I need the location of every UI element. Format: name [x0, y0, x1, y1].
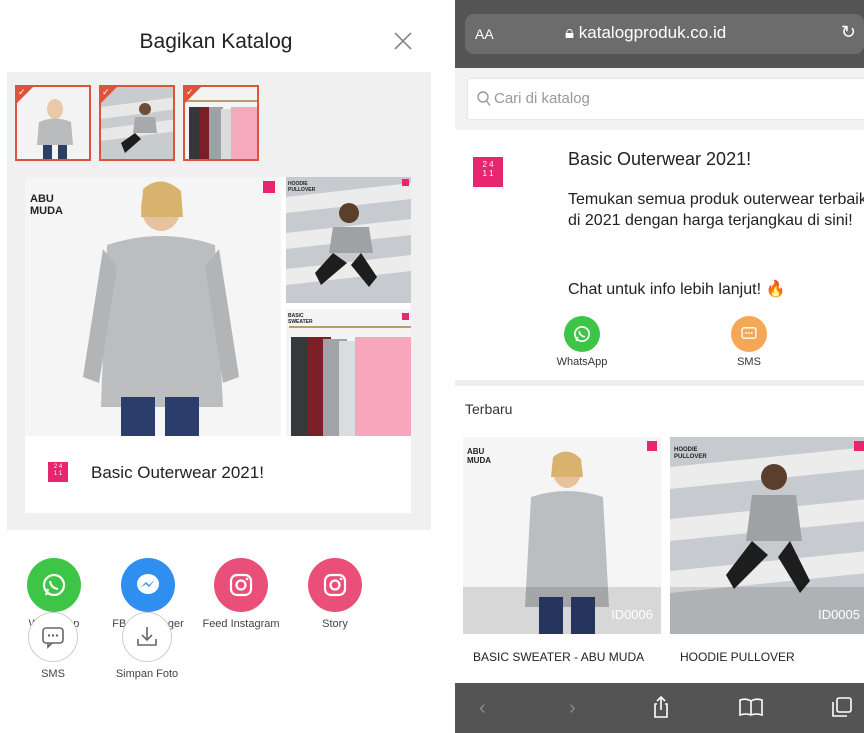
thumbnail-3[interactable]: ✓ — [183, 85, 259, 161]
share-label: Simpan Foto — [115, 668, 179, 680]
share-label: Story — [322, 618, 348, 630]
close-icon[interactable] — [390, 28, 416, 54]
product-id: ID0005 — [818, 607, 860, 622]
save-photo-button[interactable]: Simpan Foto — [102, 612, 192, 680]
catalog-collage-image — [25, 177, 411, 436]
url-text: 🔒︎ katalogproduk.co.id — [565, 23, 726, 43]
reader-aa-button[interactable]: AA — [475, 26, 494, 42]
share-header: Bagikan Katalog — [0, 0, 432, 72]
instagram-icon — [308, 558, 362, 612]
section-divider — [455, 380, 864, 386]
logo-text: 2 4 1 1 — [482, 160, 494, 178]
product-tag: HOODIE PULLOVER — [674, 447, 707, 460]
download-icon — [122, 612, 172, 662]
product-image: ABU MUDA ID0006 — [463, 437, 661, 634]
contact-whatsapp-button[interactable]: WhatsApp — [547, 316, 617, 368]
product-id: ID0006 — [611, 607, 653, 622]
thumbnail-1[interactable]: ✓ — [15, 85, 91, 161]
share-label: SMS — [41, 668, 65, 680]
product-card[interactable]: ABU MUDA ID0006 BASIC SWEATER - ABU MUDA — [463, 437, 661, 683]
catalog-browser-view: AA 🔒︎ katalogproduk.co.id ↻ Cari di kata… — [455, 0, 864, 733]
contact-label: WhatsApp — [556, 356, 608, 368]
sweater-label: BASIC SWEATER — [288, 313, 313, 325]
instagram-icon — [214, 558, 268, 612]
thumbnail-2[interactable]: ✓ — [99, 85, 175, 161]
search-icon — [477, 91, 491, 106]
section-title: Terbaru — [465, 401, 513, 417]
share-catalog-panel: Bagikan Katalog ✓ ✓ ✓ ABU MUDA HOODIE PU… — [0, 0, 432, 733]
address-bar[interactable]: AA 🔒︎ katalogproduk.co.id ↻ — [465, 14, 864, 54]
sms-icon — [731, 316, 767, 352]
brand-logo: 2 4 1 1 — [473, 157, 503, 187]
whatsapp-icon — [27, 558, 81, 612]
share-label: Feed Instagram — [202, 618, 280, 630]
share-story-button[interactable]: Story — [290, 558, 380, 630]
reload-icon[interactable]: ↻ — [841, 22, 856, 43]
card-title: Basic Outerwear 2021! — [91, 463, 264, 482]
catalog-search-input[interactable]: Cari di katalog — [467, 78, 864, 120]
chat-prompt: Chat untuk info lebih lanjut! 🔥 — [568, 281, 786, 298]
brand-logo: 2 4 1 1 — [48, 462, 68, 482]
share-title: Bagikan Katalog — [139, 30, 293, 53]
forward-icon[interactable]: › — [569, 697, 576, 720]
sms-icon — [28, 612, 78, 662]
share-icon[interactable] — [651, 695, 671, 719]
product-name: BASIC SWEATER - ABU MUDA — [473, 650, 645, 664]
contact-sms-button[interactable]: SMS — [714, 316, 784, 368]
hoodie-label: HOODIE PULLOVER — [288, 181, 316, 193]
browser-toolbar: AA 🔒︎ katalogproduk.co.id ↻ — [455, 0, 864, 68]
whatsapp-icon — [564, 316, 600, 352]
product-card[interactable]: HOODIE PULLOVER ID0005 HOODIE PULLOVER — [670, 437, 864, 683]
contact-label: SMS — [737, 356, 761, 368]
messenger-icon — [121, 558, 175, 612]
bookmarks-icon[interactable] — [738, 697, 764, 717]
back-icon[interactable]: ‹ — [479, 697, 486, 720]
share-feed-instagram-button[interactable]: Feed Instagram — [196, 558, 286, 630]
product-name: HOODIE PULLOVER — [680, 650, 795, 664]
search-placeholder: Cari di katalog — [494, 90, 590, 107]
product-tag: ABU MUDA — [467, 447, 491, 465]
url-domain: katalogproduk.co.id — [578, 23, 727, 42]
catalog-preview-card: ABU MUDA HOODIE PULLOVER BASIC SWEATER 2… — [25, 177, 411, 513]
search-area: Cari di katalog — [455, 68, 864, 130]
lock-icon: 🔒︎ — [565, 23, 575, 42]
catalog-title: Basic Outerwear 2021! — [568, 149, 752, 169]
browser-bottom-bar: ‹ › — [455, 683, 864, 733]
main-label: ABU MUDA — [30, 193, 63, 217]
tabs-icon[interactable] — [831, 696, 853, 718]
share-sms-button[interactable]: SMS — [8, 612, 98, 680]
product-image: HOODIE PULLOVER ID0005 — [670, 437, 864, 634]
logo-text: 2 4 1 1 — [53, 464, 63, 477]
catalog-description: Temukan semua produk outerwear terbaik d… — [568, 191, 864, 229]
